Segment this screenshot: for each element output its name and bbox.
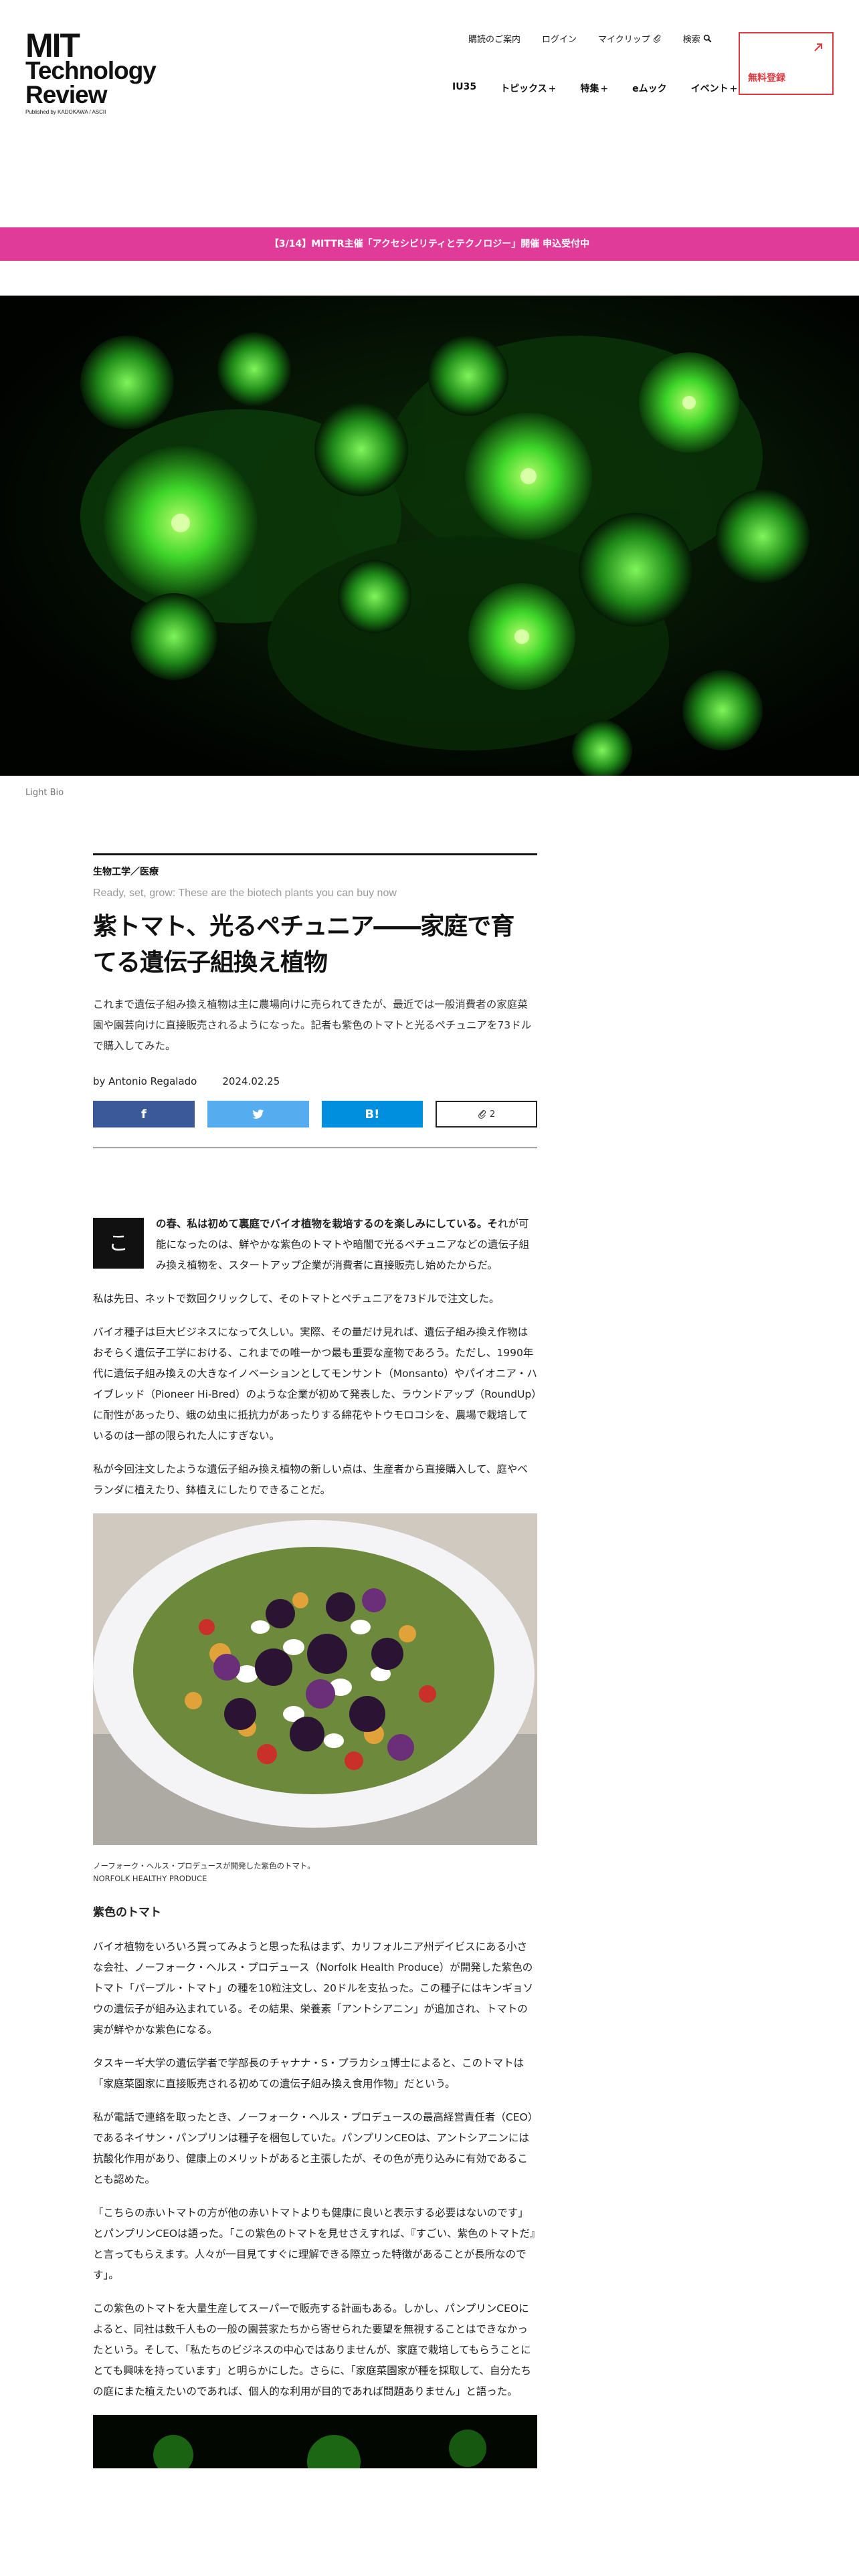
free-register-label: 無料登録 (748, 73, 785, 84)
event-banner[interactable]: 【3/14】MITTR主催「アクセシビリティとテクノロジー」開催 申込受付中 (0, 227, 859, 261)
login-link[interactable]: ログイン (542, 32, 577, 45)
facebook-share-button[interactable]: f (93, 1101, 195, 1128)
logo-line-1: MIT (25, 27, 80, 64)
dropcap: こ (93, 1218, 144, 1269)
first-paragraph: こ の春、私は初めて裏庭でバイオ植物を栽培するのを楽しみにしている。それが可能に… (93, 1214, 537, 1276)
nav-features-label: 特集 (580, 84, 599, 94)
article-category[interactable]: 生物工学／医療 (93, 865, 537, 878)
nav-emook[interactable]: eムック (632, 82, 667, 95)
share-buttons: f B! 2 (93, 1101, 537, 1128)
site-logo[interactable]: MIT Technology Review Published by KADOK… (25, 27, 166, 115)
article-top-rule (93, 853, 537, 855)
purple-tomato-figure: ノーフォーク・ヘルス・プロデュースが開発した紫色のトマト。 NORFOLK HE… (93, 1513, 537, 1885)
nav-emook-label: eムック (632, 84, 667, 94)
hero-image (0, 296, 859, 776)
clip-icon (478, 1109, 486, 1119)
clip-count: 2 (489, 1109, 496, 1119)
article-author[interactable]: by Antonio Regalado (93, 1075, 197, 1087)
clip-icon (653, 34, 661, 43)
clip-button[interactable]: 2 (436, 1101, 537, 1128)
search-icon (703, 34, 712, 43)
article-lede: これまで遺伝子組み換え植物は主に農場向けに売られてきたが、最近では一般消費者の家… (93, 998, 532, 1052)
twitter-share-button[interactable] (207, 1101, 309, 1128)
site-header: MIT Technology Review Published by KADOK… (0, 0, 859, 134)
plus-icon: + (548, 84, 557, 94)
body-paragraph: 私は先日、ネットで数回クリックして、そのトマトとペチュニアを73ドルで注文した。 (93, 1293, 500, 1305)
event-banner-text: 【3/14】MITTR主催「アクセシビリティとテクノロジー」開催 申込受付中 (269, 239, 590, 249)
nav-features[interactable]: 特集 + (580, 82, 608, 95)
article-subtitle-en: Ready, set, grow: These are the biotech … (93, 887, 397, 899)
nav-topics[interactable]: トピックス + (500, 82, 556, 95)
facebook-icon: f (140, 1107, 147, 1121)
article-date: 2024.02.25 (222, 1075, 280, 1087)
figure-caption-text: ノーフォーク・ヘルス・プロデュースが開発した紫色のトマト。 (93, 1861, 315, 1870)
logo-line-3: Review (25, 81, 108, 108)
search-label: 検索 (682, 35, 700, 45)
article-meta: by Antonio Regalado 2024.02.25 (93, 1075, 537, 1087)
plus-icon: + (600, 84, 609, 94)
section-heading: 紫色のトマト (93, 1906, 161, 1919)
body-paragraph: バイオ植物をいろいろ買ってみようと思った私はまず、カリフォルニア州デイビスにある… (93, 1941, 534, 2036)
glowing-plant-image (93, 2415, 537, 2468)
article-title: 紫トマト、光るペチュニア――家庭で育てる遺伝子組換え植物 (93, 913, 514, 976)
article-body: こ の春、私は初めて裏庭でバイオ植物を栽培するのを楽しみにしている。それが可能に… (93, 1214, 537, 2468)
subscribe-label: 購読のご案内 (468, 35, 521, 45)
hatena-icon: B! (365, 1107, 380, 1121)
logo-tagline: Published by KADOKAWA / ASCII (25, 109, 106, 115)
plus-icon: + (729, 84, 738, 94)
logo-line-2: Technology (25, 57, 157, 84)
body-paragraph: 「こちらの赤いトマトの方が他の赤いトマトよりも健康に良いと表示する必要はないので… (93, 2207, 535, 2281)
body-paragraph: タスキーギ大学の遺伝学者で学部長のチャナナ・S・プラカシュ博士によると、このトマ… (93, 2057, 524, 2090)
glowing-petunia-illustration (0, 296, 859, 776)
nav-events[interactable]: イベント + (691, 82, 738, 95)
first-paragraph-lead: の春、私は初めて裏庭でバイオ植物を栽培するのを楽しみにしている。そ (156, 1218, 498, 1230)
figure-caption: ノーフォーク・ヘルス・プロデュースが開発した紫色のトマト。 NORFOLK HE… (93, 1860, 537, 1885)
my-clip-link[interactable]: マイクリップ (598, 32, 662, 45)
body-paragraph: この紫色のトマトを大量生産してスーパーで販売する計画もある。しかし、パンプリンC… (93, 2302, 532, 2397)
subscribe-link[interactable]: 購読のご案内 (468, 32, 520, 45)
login-label: ログイン (542, 35, 577, 45)
my-clip-label: マイクリップ (598, 35, 650, 45)
purple-tomato-salad-image (93, 1513, 537, 1845)
body-paragraph: バイオ種子は巨大ビジネスになって久しい。実際、その量だけ見れば、遺伝子組み換え作… (93, 1326, 537, 1442)
main-nav: IU35 トピックス + 特集 + eムック イベント + (452, 82, 761, 95)
article: 生物工学／医療 Ready, set, grow: These are the … (93, 853, 537, 2468)
nav-iu35[interactable]: IU35 (452, 82, 476, 95)
hero-image-credit: Light Bio (25, 788, 64, 798)
search-link[interactable]: 検索 (683, 32, 712, 45)
nav-iu35-label: IU35 (452, 82, 477, 92)
twitter-icon (252, 1109, 264, 1119)
hatena-bookmark-button[interactable]: B! (321, 1101, 423, 1128)
body-paragraph: 私が今回注文したような遺伝子組み換え植物の新しい点は、生産者から直接購入して、庭… (93, 1463, 528, 1496)
nav-events-label: イベント (690, 84, 729, 94)
figure-credit: NORFOLK HEALTHY PRODUCE (93, 1874, 207, 1883)
free-register-button[interactable]: 無料登録 (739, 32, 834, 95)
arrow-up-right-icon (814, 43, 822, 51)
utility-nav: 購読のご案内 ログイン マイクリップ 検索 (468, 32, 733, 45)
body-paragraph: 私が電話で連絡を取ったとき、ノーフォーク・ヘルス・プロデュースの最高経営責任者（… (93, 2111, 533, 2185)
nav-topics-label: トピックス (500, 84, 547, 94)
